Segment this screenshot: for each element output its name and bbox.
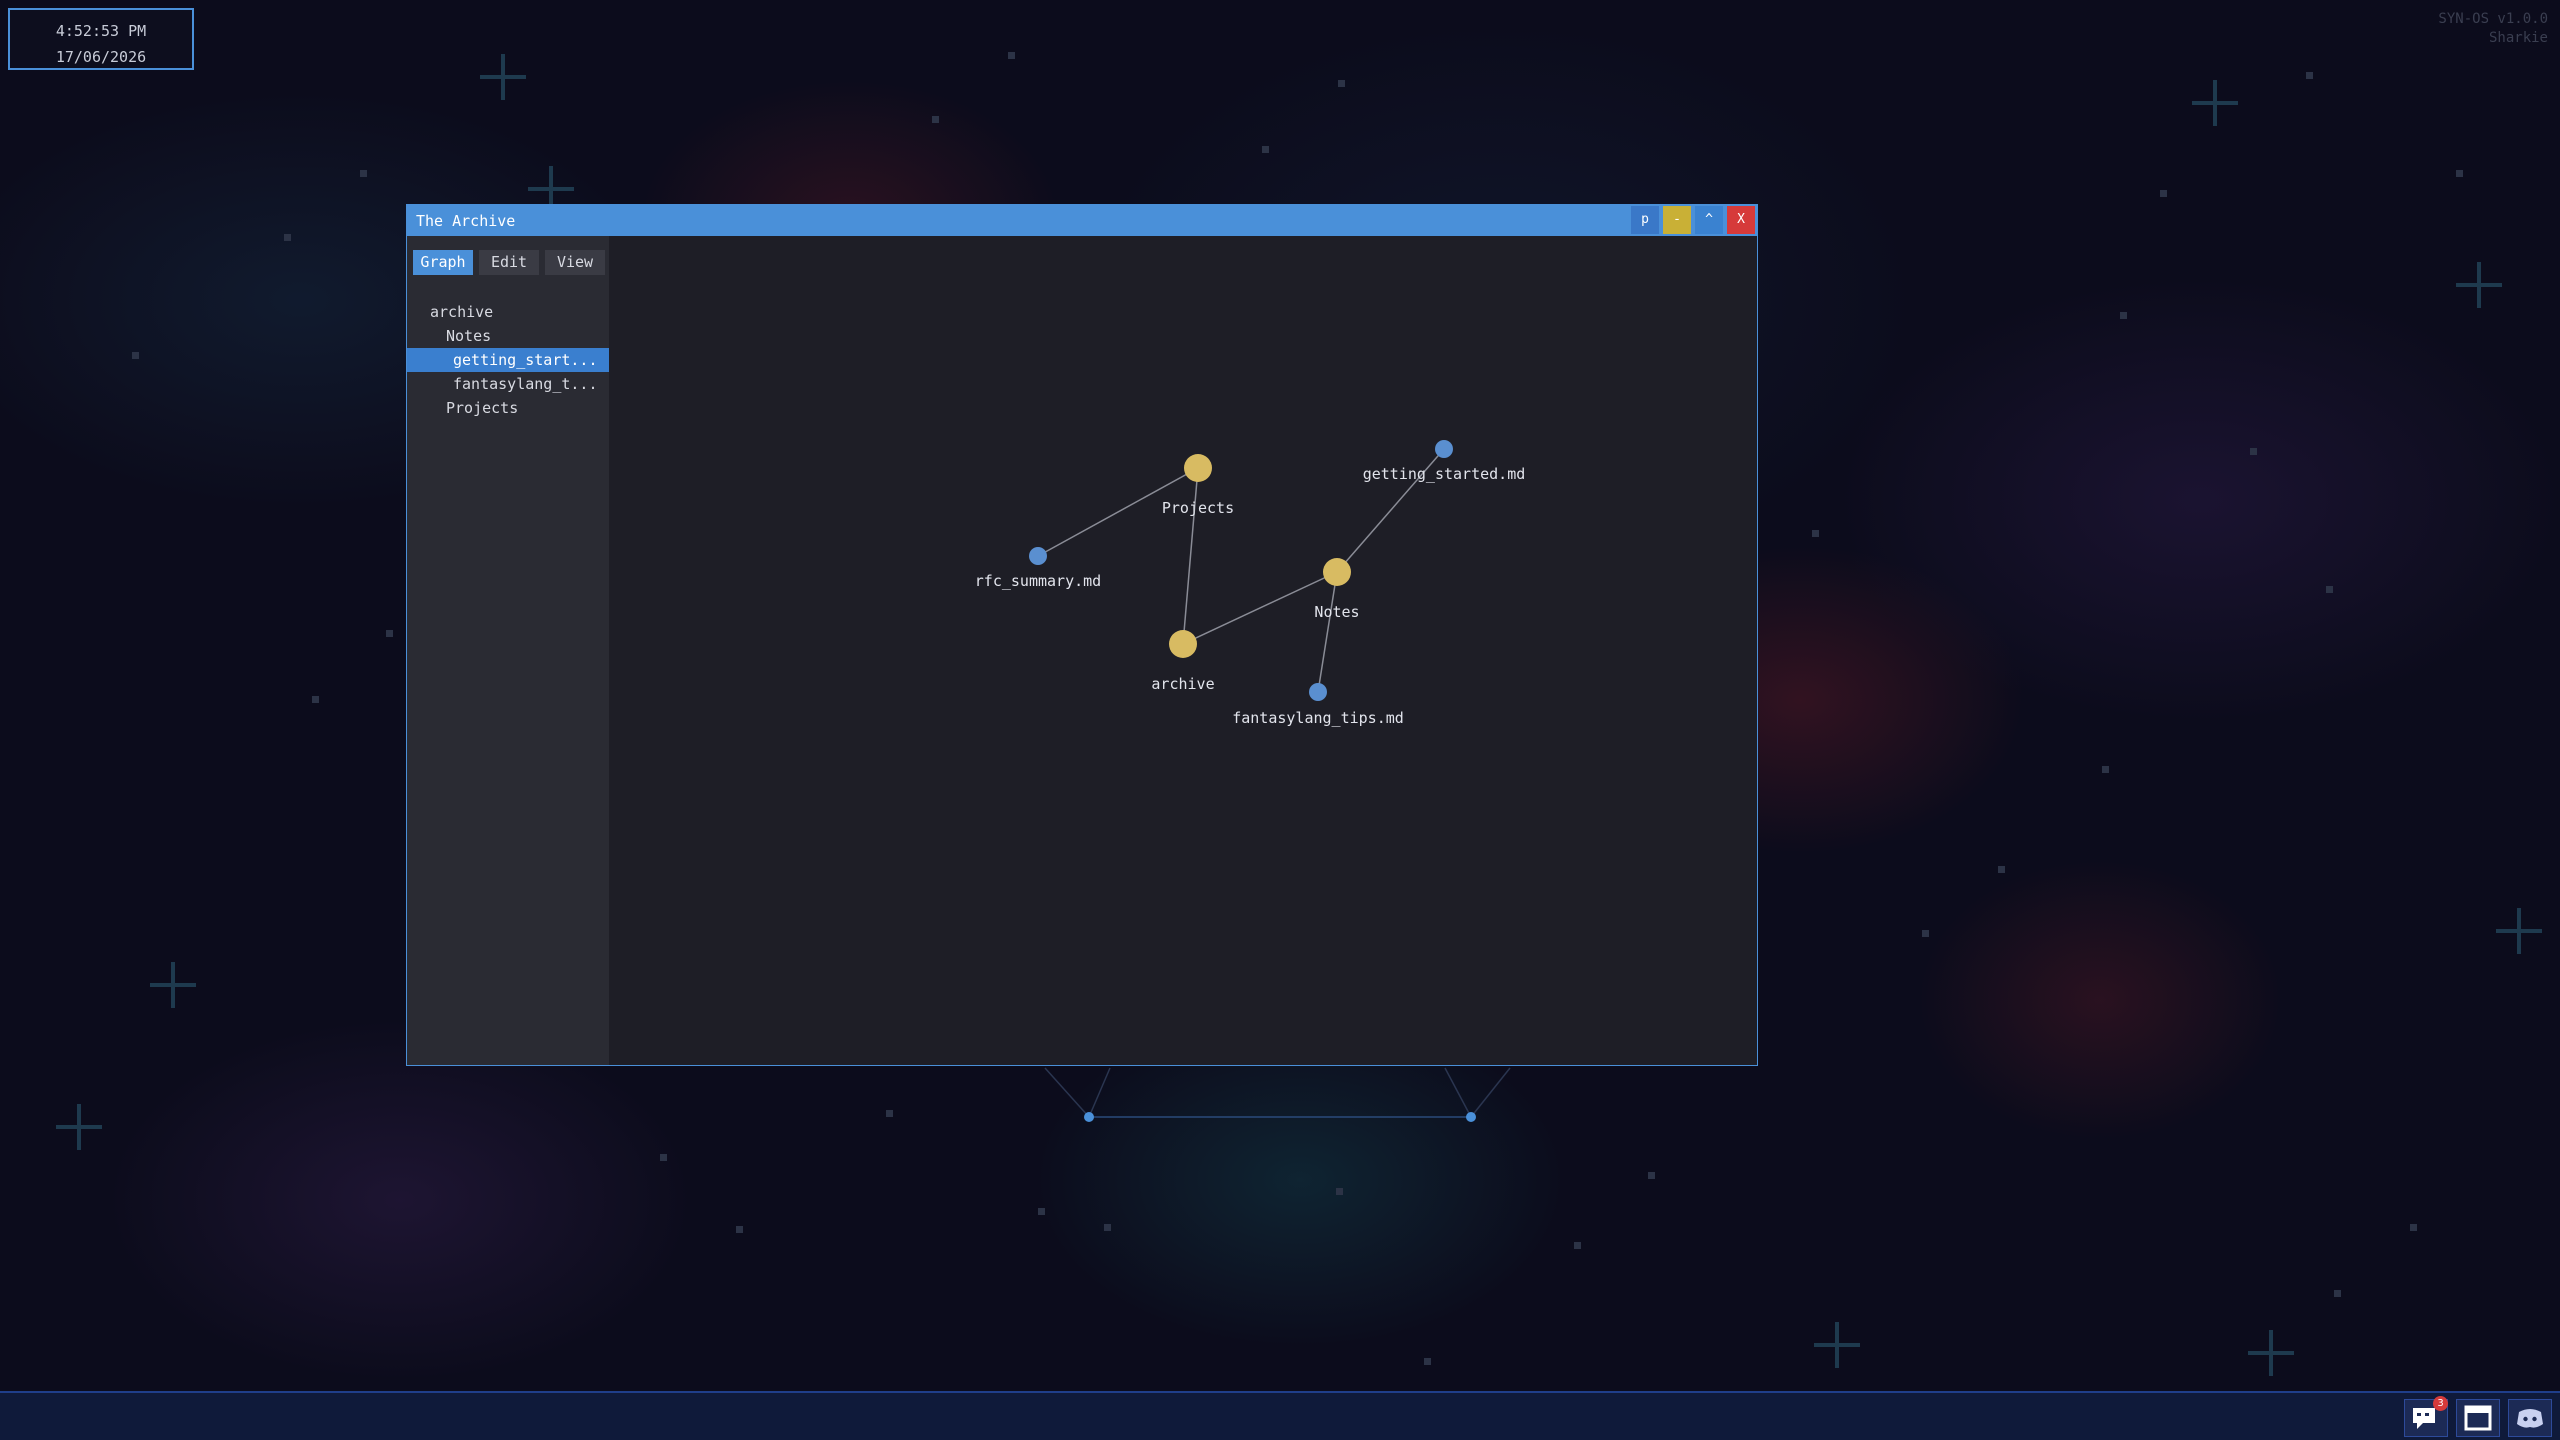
window-title: The Archive (416, 212, 516, 230)
minimize-button[interactable]: - (1663, 206, 1691, 234)
graph-node-Notes[interactable] (1323, 558, 1351, 586)
graph-node-label: archive (1151, 675, 1214, 693)
background-node (1084, 1112, 1094, 1122)
tree-item-label: Projects (446, 399, 519, 417)
graph-node-label: getting_started.md (1363, 465, 1526, 483)
graph-edge-Notes-fantasylang_tips (1317, 571, 1338, 693)
tab-edit[interactable]: Edit (479, 250, 539, 275)
tree-item-label: getting_start... (453, 351, 598, 369)
maximize-button[interactable]: ^ (1695, 206, 1723, 234)
graph-node-Projects[interactable] (1184, 454, 1212, 482)
clock-widget: 4:52:53 PM 17/06/2026 (8, 8, 194, 70)
tree-item-label: fantasylang_t... (453, 375, 598, 393)
desktop: 4:52:53 PM 17/06/2026 SYN-OS v1.0.0 Shar… (0, 0, 2560, 1440)
window-titlebar[interactable]: The Archive p - ^ X (407, 205, 1757, 236)
graph-view[interactable]: Projects getting_started.md rfc_summary.md… (609, 236, 1757, 1065)
tree-item-fantasylang-tips[interactable]: fantasylang_t... (407, 372, 609, 396)
chat-app-button[interactable]: 3 (2404, 1396, 2448, 1437)
os-version: SYN-OS v1.0.0 (2438, 11, 2548, 27)
discord-button[interactable] (2508, 1399, 2552, 1437)
graph-node-label: fantasylang_tips.md (1232, 709, 1404, 727)
background-node (1466, 1112, 1476, 1122)
archive-window: The Archive p - ^ X Graph Edit View arch… (406, 204, 1758, 1066)
taskbar: 3 (0, 1391, 2560, 1440)
graph-canvas[interactable]: Projects getting_started.md rfc_summary.md… (609, 236, 1757, 1065)
tree-item-archive[interactable]: archive (407, 300, 609, 324)
clock-date: 17/06/2026 (55, 48, 147, 66)
window-icon (2464, 1405, 2492, 1431)
graph-node-fantasylang_tips[interactable] (1309, 683, 1327, 701)
tree-item-getting-started[interactable]: getting_start... (407, 348, 609, 372)
tree-item-label: archive (430, 303, 494, 321)
graph-node-label: Notes (1314, 603, 1359, 621)
graph-node-label: rfc_summary.md (975, 572, 1101, 590)
graph-node-getting_started[interactable] (1435, 440, 1453, 458)
sidebar: Graph Edit View archive Notes getting_st… (407, 236, 609, 1065)
notification-badge: 3 (2433, 1396, 2448, 1411)
graph-node-rfc_summary[interactable] (1029, 547, 1047, 565)
tab-view[interactable]: View (545, 250, 605, 275)
system-info: SYN-OS v1.0.0 Sharkie (2438, 10, 2548, 48)
graph-node-label: Projects (1162, 499, 1234, 517)
window-manager-button[interactable] (2456, 1399, 2500, 1437)
clock-time: 4:52:53 PM (55, 22, 147, 40)
close-button[interactable]: X (1727, 206, 1755, 234)
discord-icon (2517, 1409, 2543, 1428)
tree-item-notes[interactable]: Notes (407, 324, 609, 348)
graph-node-archive[interactable] (1169, 630, 1197, 658)
tab-graph[interactable]: Graph (413, 250, 473, 275)
tree-item-projects[interactable]: Projects (407, 396, 609, 420)
user-name: Sharkie (2488, 30, 2548, 46)
tree-item-label: Notes (446, 327, 492, 345)
graph-edge-Projects-archive (1182, 467, 1199, 645)
pin-button[interactable]: p (1631, 206, 1659, 234)
